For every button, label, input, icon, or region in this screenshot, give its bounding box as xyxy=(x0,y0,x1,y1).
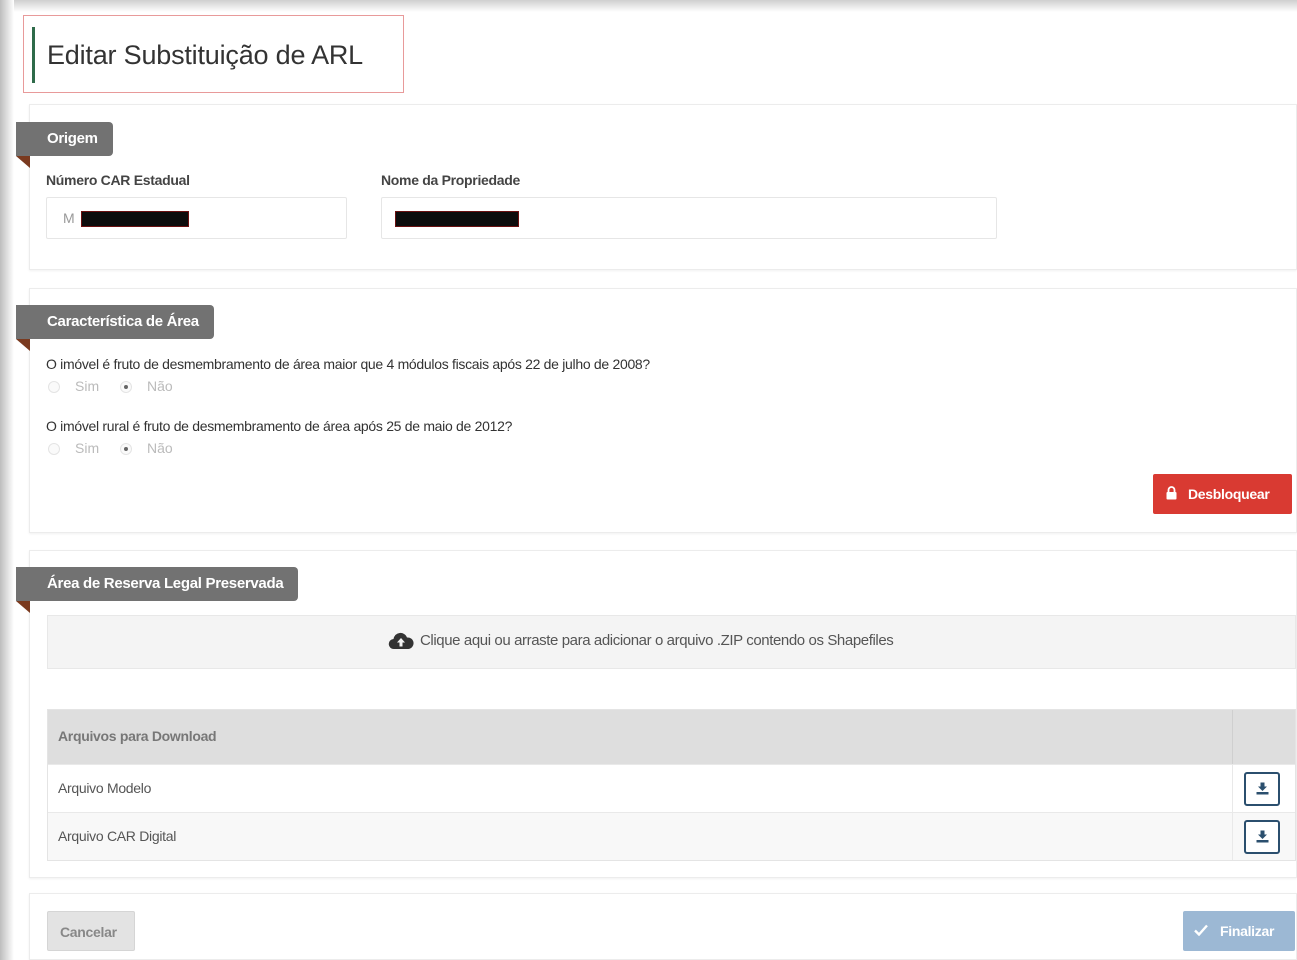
radio-nao-q2-label: Não xyxy=(147,440,173,456)
question-desmembramento-2012: O imóvel rural é fruto de desmembramento… xyxy=(46,418,513,434)
window-shadow-top xyxy=(0,0,1297,12)
unlock-button[interactable]: Desbloquear xyxy=(1153,474,1292,514)
redacted-block xyxy=(395,211,519,227)
radio-nao-q2[interactable] xyxy=(120,443,132,455)
file-name: Arquivo Modelo xyxy=(58,780,152,796)
redacted-block xyxy=(81,211,189,227)
cloud-upload-icon xyxy=(388,632,414,650)
footer-panel: Cancelar Finalizar xyxy=(29,893,1297,960)
radio-sim-q1-label: Sim xyxy=(75,378,100,394)
cancel-button-label: Cancelar xyxy=(60,924,117,940)
section-title-reserva: Área de Reserva Legal Preservada xyxy=(16,567,299,613)
shapefile-dropzone[interactable]: Clique aqui ou arraste para adicionar o … xyxy=(47,615,1296,669)
radio-sim-q2[interactable] xyxy=(48,443,60,455)
check-icon xyxy=(1194,924,1208,936)
property-name-label: Nome da Propriedade xyxy=(381,172,521,188)
radio-nao-q1-label: Não xyxy=(147,378,173,394)
download-icon xyxy=(1256,830,1269,843)
column-divider xyxy=(1232,765,1233,812)
column-divider xyxy=(1232,813,1233,860)
car-number-field[interactable]: M xyxy=(46,197,347,239)
finish-button[interactable]: Finalizar xyxy=(1183,911,1295,951)
section-title-origem: Origem xyxy=(16,122,113,168)
car-number-label: Número CAR Estadual xyxy=(46,172,190,188)
cancel-button[interactable]: Cancelar xyxy=(47,911,135,951)
origem-panel: Origem Número CAR Estadual M Nome da Pro… xyxy=(16,104,1297,270)
lock-icon xyxy=(1166,486,1177,500)
reserva-panel: Área de Reserva Legal Preservada Clique … xyxy=(16,550,1297,878)
caracteristica-panel: Característica de Área O imóvel é fruto … xyxy=(16,288,1297,533)
finish-button-label: Finalizar xyxy=(1220,923,1275,939)
download-button[interactable] xyxy=(1244,772,1280,806)
table-header: Arquivos para Download xyxy=(48,710,1295,764)
column-divider xyxy=(1232,710,1233,764)
radio-sim-q2-label: Sim xyxy=(75,440,100,456)
page-header: Editar Substituição de ARL xyxy=(23,15,404,93)
download-button[interactable] xyxy=(1244,820,1280,854)
table-header-label: Arquivos para Download xyxy=(58,728,217,744)
header-accent-bar xyxy=(32,27,35,83)
download-table: Arquivos para Download Arquivo Modelo Ar… xyxy=(47,709,1296,861)
property-name-field[interactable] xyxy=(381,197,997,239)
window-shadow-left xyxy=(0,0,14,960)
unlock-button-label: Desbloquear xyxy=(1188,486,1270,502)
car-number-value: M xyxy=(63,210,75,226)
table-row: Arquivo CAR Digital xyxy=(48,812,1295,860)
radio-sim-q1[interactable] xyxy=(48,381,60,393)
radio-nao-q1[interactable] xyxy=(120,381,132,393)
file-name: Arquivo CAR Digital xyxy=(58,828,177,844)
question-desmembramento-2008: O imóvel é fruto de desmembramento de ár… xyxy=(46,356,650,372)
download-icon xyxy=(1256,782,1269,795)
table-row: Arquivo Modelo xyxy=(48,764,1295,812)
section-title-caracteristica: Característica de Área xyxy=(16,305,214,351)
dropzone-text: Clique aqui ou arraste para adicionar o … xyxy=(420,632,894,649)
page-title: Editar Substituição de ARL xyxy=(47,40,363,70)
